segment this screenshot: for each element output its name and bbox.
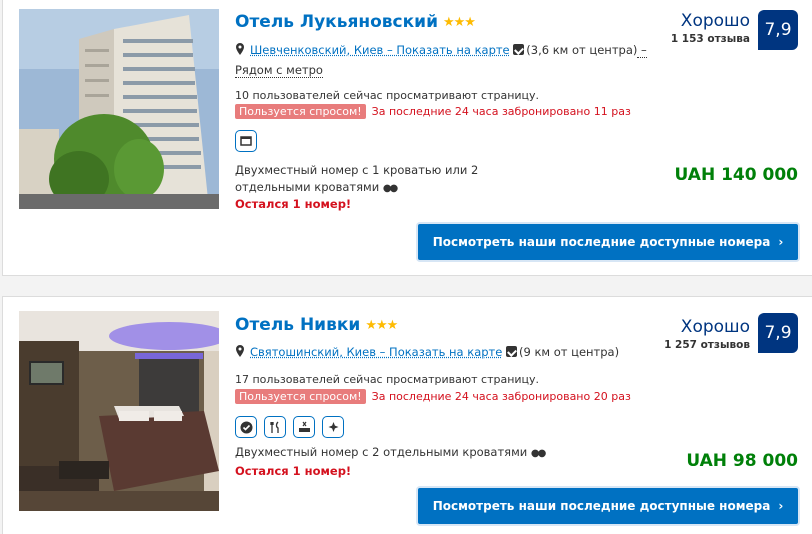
review-summary[interactable]: Хорошо 1 153 отзыва (671, 11, 750, 45)
restaurant-icon (264, 416, 286, 438)
room-description: Двухместный номер с 2 отдельными кроватя… (235, 444, 547, 462)
distance-text: (9 км от центра) (518, 345, 620, 359)
rooms-left-text: Остался 1 номер! (235, 197, 352, 211)
chevron-right-icon: › (778, 499, 784, 513)
price-text: UAH 98 000 (686, 451, 798, 471)
review-count: 1 153 отзыва (670, 33, 750, 45)
demand-row: Пользуется спросом! За последние 24 часа… (235, 389, 631, 404)
hotel-title-row: Отель Нивки ★★★ (235, 315, 398, 335)
check-icon (235, 416, 257, 438)
score-badge: 7,9 (758, 313, 798, 353)
people-icon: ●● (530, 448, 547, 459)
view-rooms-label: Посмотреть наши последние доступные номе… (432, 499, 771, 513)
demand-badge: Пользуется спросом! (235, 104, 366, 119)
facilities-list (235, 416, 344, 438)
rooms-left-text: Остался 1 номер! (235, 464, 352, 478)
map-check-icon (505, 346, 517, 357)
view-rooms-button[interactable]: Посмотреть наши последние доступные номе… (418, 224, 798, 260)
tv-icon (235, 130, 257, 152)
room-text: Двухместный номер с 1 кроватью или 2 отд… (235, 163, 479, 194)
hotel-card-lukyanovsky: Отель Лукьяновский ★★★ Шевченковский, Ки… (2, 0, 812, 276)
view-rooms-label: Посмотреть наши последние доступные номе… (432, 235, 771, 249)
facilities-list (235, 130, 257, 152)
hotel-title-row: Отель Лукьяновский ★★★ (235, 12, 476, 32)
booked-text: За последние 24 часа забронировано 11 ра… (371, 105, 631, 118)
star-rating-icon: ★★★ (442, 14, 476, 30)
show-on-map-link[interactable]: Святошинский, Киев – Показать на карте (250, 345, 502, 359)
view-rooms-button[interactable]: Посмотреть наши последние доступные номе… (418, 488, 798, 524)
location-pin-icon (236, 345, 244, 357)
hotel-address: Святошинский, Киев – Показать на карте (… (235, 342, 655, 362)
distance-text: (3,6 км от центра) (526, 43, 638, 57)
booked-text: За последние 24 часа забронировано 20 ра… (371, 390, 631, 403)
chevron-right-icon: › (778, 235, 784, 249)
room-text: Двухместный номер с 2 отдельными кроватя… (235, 445, 528, 459)
score-badge: 7,9 (758, 10, 798, 50)
viewers-text: 10 пользователей сейчас просматривают ст… (235, 89, 540, 102)
map-check-icon (513, 44, 525, 55)
hotel-card-nivki: Отель Нивки ★★★ Святошинский, Киев – Пок… (2, 296, 812, 534)
review-count: 1 257 отзывов (664, 339, 750, 351)
hotel-name-link[interactable]: Отель Нивки (235, 315, 360, 335)
parking-icon (293, 416, 315, 438)
hotel-photo[interactable] (19, 311, 219, 511)
star-rating-icon: ★★★ (365, 317, 398, 333)
demand-row: Пользуется спросом! За последние 24 часа… (235, 104, 631, 119)
show-on-map-link[interactable]: Шевченковский, Киев – Показать на карте (250, 43, 510, 57)
score-word: Хорошо (680, 317, 750, 337)
score-word: Хорошо (680, 11, 750, 31)
people-icon: ●● (382, 183, 399, 194)
viewers-text: 17 пользователей сейчас просматривают ст… (235, 373, 540, 386)
cleaning-icon (322, 416, 344, 438)
hotel-photo[interactable] (19, 9, 219, 209)
location-pin-icon (236, 43, 244, 55)
price-text: UAH 140 000 (674, 165, 798, 185)
demand-badge: Пользуется спросом! (235, 389, 366, 404)
room-description: Двухместный номер с 1 кроватью или 2 отд… (235, 162, 545, 197)
hotel-address: Шевченковский, Киев – Показать на карте … (235, 40, 655, 80)
review-summary[interactable]: Хорошо 1 257 отзывов (664, 317, 750, 351)
hotel-name-link[interactable]: Отель Лукьяновский (235, 12, 438, 32)
